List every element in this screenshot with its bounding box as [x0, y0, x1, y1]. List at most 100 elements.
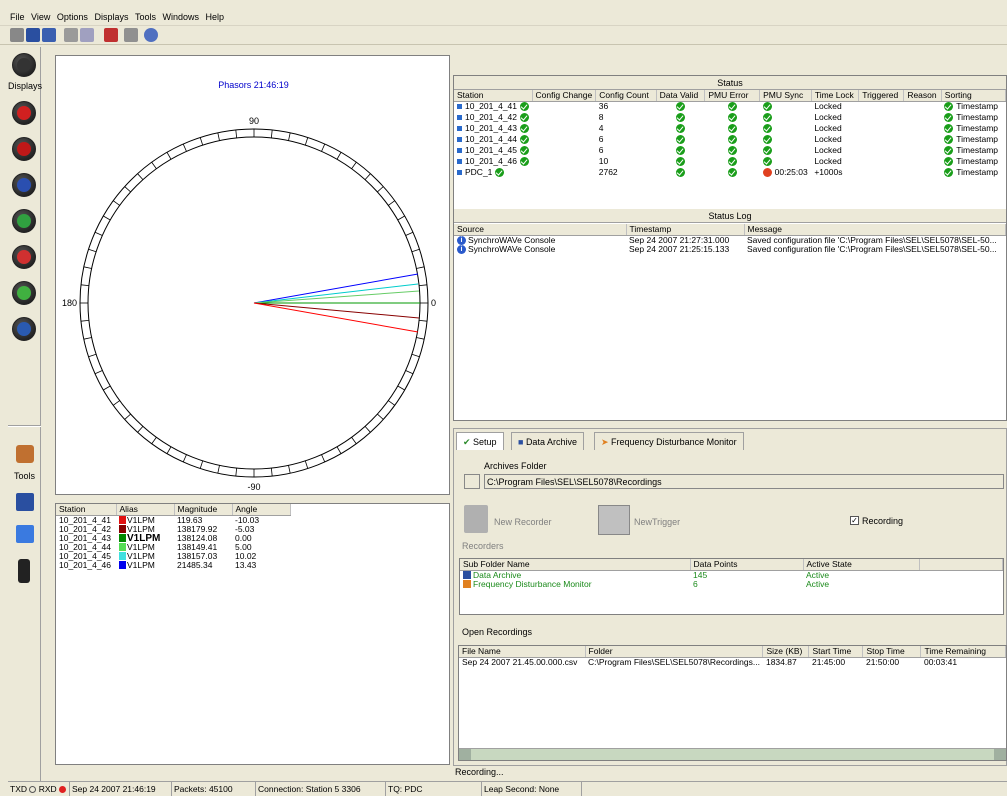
status-col-0[interactable]: Station: [454, 90, 533, 102]
new-recorder-button[interactable]: New Recorder: [494, 517, 552, 527]
phasor-line-v44: [253, 290, 420, 304]
phasor-line-v45: [253, 283, 419, 304]
connect-icon[interactable]: [64, 28, 78, 42]
menu-view[interactable]: View: [29, 11, 52, 24]
col-folder[interactable]: Folder: [585, 646, 764, 658]
windows-icon[interactable]: [16, 525, 34, 543]
save-as-icon[interactable]: [42, 28, 56, 42]
table-row[interactable]: 10_201_4_46 V1LPM 21485.34 13.43: [56, 560, 290, 570]
status-bar: TXD RXD Sep 24 2007 21:46:19 Packets: 45…: [8, 781, 1007, 796]
col-stop-time[interactable]: Stop Time: [862, 646, 922, 658]
recording-row[interactable]: Sep 24 2007 21.45.00.000.csv C:\Program F…: [459, 657, 1006, 667]
new-trigger-button[interactable]: NewTrigger: [634, 517, 680, 527]
status-col-2[interactable]: Config Count: [595, 90, 657, 102]
horizontal-scrollbar[interactable]: [459, 748, 1006, 760]
info-icon[interactable]: [144, 28, 158, 42]
menu-tools[interactable]: Tools: [133, 11, 158, 24]
phasor-display-icon[interactable]: [12, 101, 36, 125]
menu-windows[interactable]: Windows: [161, 11, 202, 24]
status-col-3[interactable]: Data Valid: [656, 90, 706, 102]
col-timestamp[interactable]: Timestamp: [626, 224, 745, 236]
phasor-tick: [336, 446, 342, 454]
scroll-left-button[interactable]: [459, 749, 471, 760]
meter-display-icon[interactable]: [12, 137, 36, 161]
status-col-9[interactable]: Sorting: [941, 90, 1007, 102]
new-recorder-icon[interactable]: [464, 505, 488, 533]
browse-folder-button[interactable]: [464, 474, 480, 489]
check-icon: [944, 124, 954, 134]
check-icon: [727, 124, 737, 134]
scroll-right-button[interactable]: [994, 749, 1006, 760]
open-icon[interactable]: [10, 28, 24, 42]
txd-rxd-indicator: TXD RXD: [8, 782, 70, 796]
status-table: Station Config Change Config Count Data Val…: [454, 90, 1007, 178]
phasor-tick: [112, 200, 120, 206]
alias-cell: V1LPM: [116, 560, 174, 570]
save-icon[interactable]: [26, 28, 40, 42]
station-icon: [457, 148, 462, 154]
status-col-4[interactable]: PMU Error: [704, 90, 761, 102]
waveform-display-icon[interactable]: [12, 281, 36, 305]
status-row[interactable]: 10_201_4_43 4 Locked Timestamp: [454, 123, 1006, 134]
subfolder-row[interactable]: Frequency Disturbance Monitor 6 Active: [460, 579, 1003, 589]
phasor-table-panel: Station Alias Magnitude Angle 10_201_4_4…: [55, 503, 450, 765]
menu-options[interactable]: Options: [55, 11, 90, 24]
status-row[interactable]: 10_201_4_44 6 Locked Timestamp: [454, 134, 1006, 145]
col-time-remaining[interactable]: Time Remaining: [920, 646, 1006, 658]
status-packets: Packets: 45100: [172, 782, 256, 796]
tools-icon[interactable]: [16, 445, 34, 463]
col-source[interactable]: Source: [454, 224, 627, 236]
status-col-5[interactable]: PMU Sync: [759, 90, 812, 102]
col-start-time[interactable]: Start Time: [808, 646, 864, 658]
new-trigger-icon[interactable]: [598, 505, 630, 535]
recording-checkbox[interactable]: ✓: [850, 516, 859, 525]
status-row[interactable]: 10_201_4_45 6 Locked Timestamp: [454, 145, 1006, 156]
tab-frequency-monitor[interactable]: ➤ Frequency Disturbance Monitor: [594, 432, 744, 450]
col-subfolder-name[interactable]: Sub Folder Name: [460, 559, 691, 571]
col-size[interactable]: Size (KB): [762, 646, 810, 658]
col-file-name[interactable]: File Name: [459, 646, 586, 658]
frequency-display-icon[interactable]: [12, 245, 36, 269]
time-lock: Locked: [814, 123, 842, 133]
sorting-value: Timestamp: [956, 111, 999, 122]
phasor-tick: [199, 137, 204, 146]
log-row[interactable]: i SynchroWAVe Console Sep 24 2007 21:25:15…: [454, 244, 1006, 254]
col-message[interactable]: Message: [744, 224, 1006, 236]
phasor-tick: [351, 161, 357, 169]
scope-display-icon[interactable]: [12, 209, 36, 233]
status-row[interactable]: 10_201_4_42 8 Locked Timestamp: [454, 112, 1006, 123]
check-icon: [727, 135, 737, 145]
displays-icon[interactable]: [12, 53, 36, 77]
archives-folder-field[interactable]: C:\Program Files\SEL\SEL5078\Recordings: [484, 474, 1004, 489]
status-col-1[interactable]: Config Change: [532, 90, 597, 102]
menu-displays[interactable]: Displays: [92, 11, 130, 24]
recording-size: 1834.87: [765, 656, 797, 667]
trend-display-icon[interactable]: [12, 173, 36, 197]
status-col-6[interactable]: Time Lock: [811, 90, 860, 102]
tab-setup[interactable]: ✔ Setup: [456, 432, 504, 450]
col-active-state[interactable]: Active State: [803, 559, 920, 571]
col-magnitude[interactable]: Magnitude: [174, 504, 233, 516]
record-icon[interactable]: [104, 28, 118, 42]
config-count: 4: [598, 123, 604, 133]
status-row[interactable]: PDC_1 2762 00:25:03 +1000s Timestamp: [454, 167, 1006, 178]
phasor-tick: [88, 248, 97, 253]
menu-help[interactable]: Help: [204, 11, 227, 24]
status-row[interactable]: 10_201_4_41 36 Locked Timestamp: [454, 101, 1006, 112]
menu-file[interactable]: File: [8, 11, 27, 24]
col-station[interactable]: Station: [56, 504, 117, 516]
col-alias[interactable]: Alias: [116, 504, 175, 516]
settings-icon[interactable]: [80, 28, 94, 42]
tab-data-archive[interactable]: ■ Data Archive: [511, 432, 584, 450]
archive-save-icon[interactable]: [16, 493, 34, 511]
status-col-7[interactable]: Triggered: [858, 90, 905, 102]
traffic-light-icon[interactable]: [18, 559, 30, 583]
alarm-display-icon[interactable]: [12, 317, 36, 341]
col-data-points[interactable]: Data Points: [690, 559, 804, 571]
col-angle[interactable]: Angle: [232, 504, 291, 516]
check-icon: [675, 113, 685, 123]
stop-icon[interactable]: [124, 28, 138, 42]
phasor-tick: [151, 437, 157, 445]
status-row[interactable]: 10_201_4_46 10 Locked Timestamp: [454, 156, 1006, 167]
status-col-8[interactable]: Reason: [903, 90, 942, 102]
